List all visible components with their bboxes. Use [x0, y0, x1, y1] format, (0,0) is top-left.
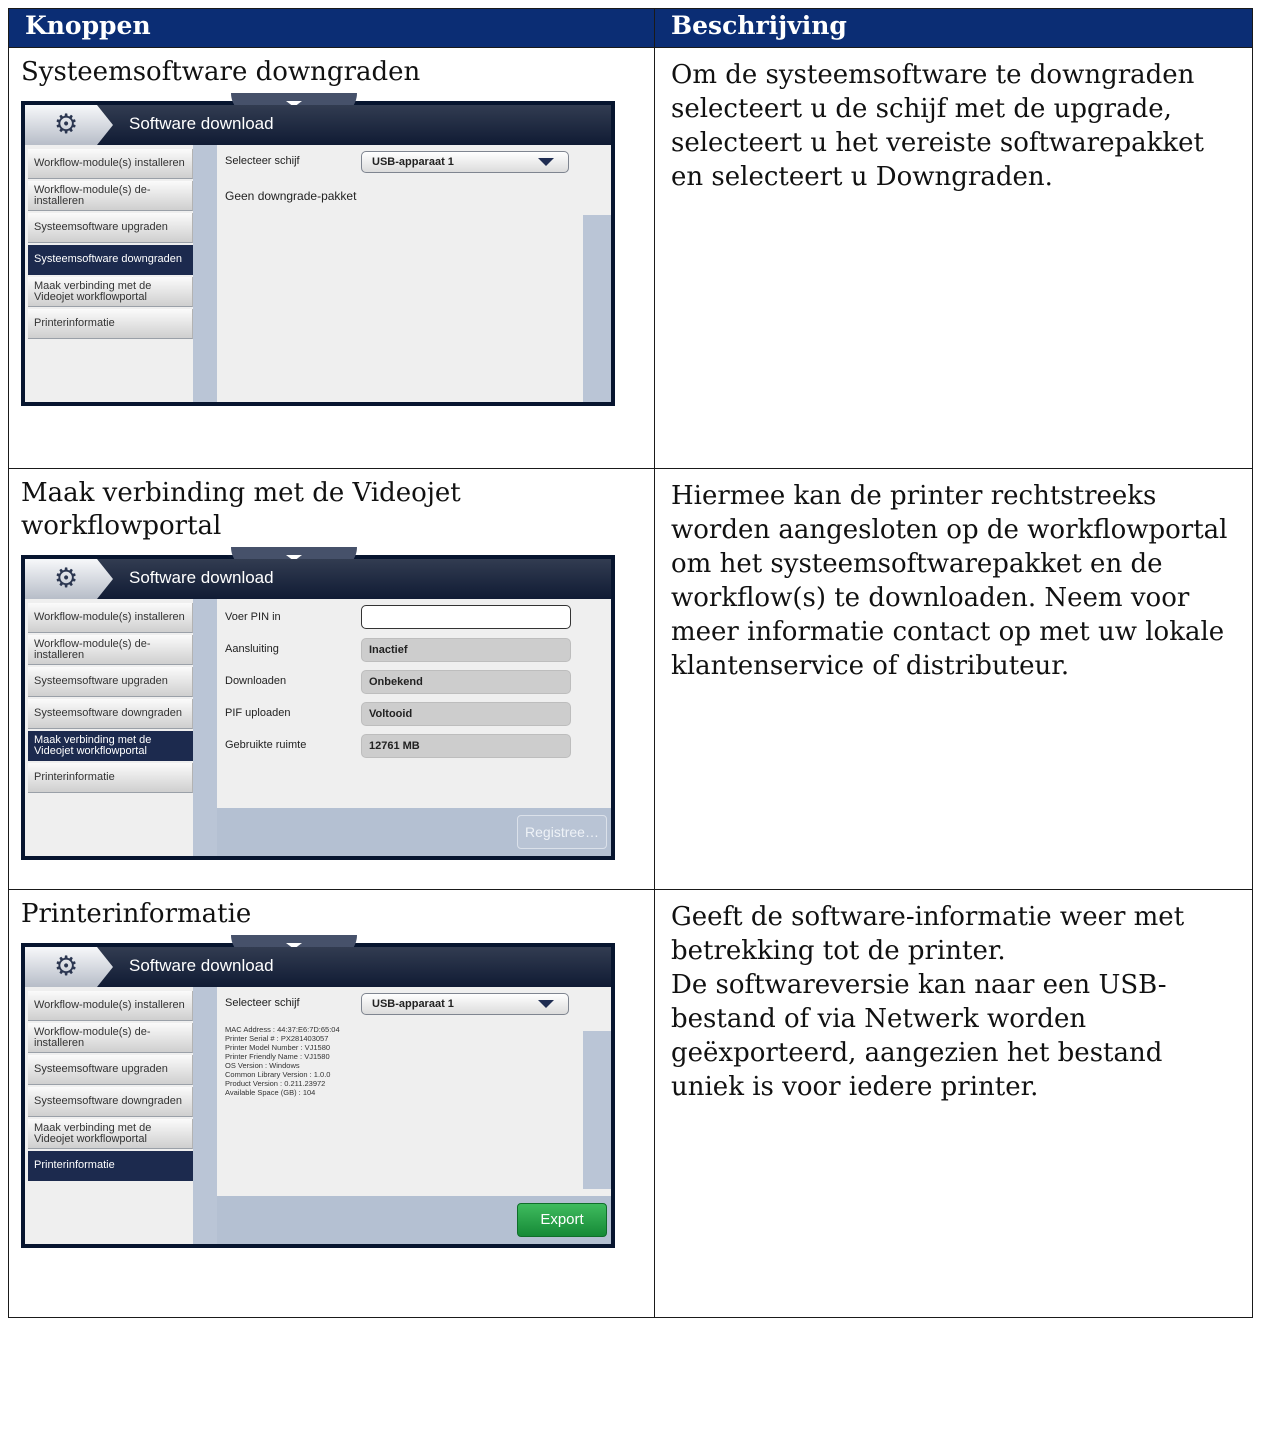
description-cell: Geeft de software-informatie weer met be…	[654, 889, 1253, 1318]
row-title: Printerinformatie	[21, 899, 252, 929]
screen-header: ⚙ Software download	[25, 105, 611, 145]
sidebar-item-install[interactable]: Workflow-module(s) installeren	[28, 149, 193, 179]
drive-select[interactable]: USB-apparaat 1	[361, 151, 569, 173]
pif-upload-value: Voltooid	[361, 702, 571, 726]
header-beschrijving: Beschrijving	[654, 8, 1253, 48]
gear-icon: ⚙	[54, 563, 79, 593]
sidebar-item-uninstall[interactable]: Workflow-module(s) de-installeren	[28, 1023, 193, 1053]
screen-title: Software download	[129, 568, 274, 587]
used-space-value: 12761 MB	[361, 734, 571, 758]
settings-button[interactable]: ⚙	[25, 559, 113, 599]
drive-select[interactable]: USB-apparaat 1	[361, 993, 569, 1015]
download-value: Onbekend	[361, 670, 571, 694]
dropdown-arrow-icon	[538, 158, 554, 166]
sidebar-item-uninstall[interactable]: Workflow-module(s) de-installeren	[28, 181, 193, 211]
sidebar-divider	[193, 145, 217, 402]
sidebar-item-printerinfo[interactable]: Printerinformatie	[28, 763, 193, 793]
row-title: Maak verbinding met de Videojet workflow…	[21, 478, 461, 541]
sidebar: Workflow-module(s) installeren Workflow-…	[25, 987, 217, 1244]
scrollbar[interactable]	[583, 1031, 611, 1189]
device-screenshot: ⚙ Software download Workflow-module(s) i…	[21, 935, 615, 1248]
no-package-message: Geen downgrade-pakket	[225, 189, 357, 203]
sidebar: Workflow-module(s) installeren Workflow-…	[25, 599, 217, 856]
button-cell: Printerinformatie ⚙ Software download Wo…	[8, 889, 655, 1318]
buttons-table: Knoppen Beschrijving Systeemsoftware dow…	[8, 8, 1253, 1318]
drive-select-value: USB-apparaat 1	[372, 998, 454, 1010]
pif-upload-label: PIF uploaden	[225, 707, 291, 719]
sidebar-item-install[interactable]: Workflow-module(s) installeren	[28, 991, 193, 1021]
info-line: OS Version : Windows	[225, 1061, 300, 1070]
sidebar-item-printerinfo[interactable]: Printerinformatie	[28, 309, 193, 339]
screen-header: ⚙ Software download	[25, 947, 611, 987]
description-text: Hiermee kan de printer rechtstreeks word…	[671, 481, 1228, 681]
sidebar-item-upgrade[interactable]: Systeemsoftware upgraden	[28, 213, 193, 243]
button-cell: Maak verbinding met de Videojet workflow…	[8, 468, 655, 890]
download-label: Downloaden	[225, 675, 287, 687]
screen-title: Software download	[129, 114, 274, 133]
register-button[interactable]: Registree…	[517, 815, 607, 849]
description-cell: Hiermee kan de printer rechtstreeks word…	[654, 468, 1253, 890]
sidebar: Workflow-module(s) installeren Workflow-…	[25, 145, 217, 402]
action-bar: Export	[217, 1196, 611, 1244]
table-row: Systeemsoftware downgraden ⚙ Software do…	[8, 47, 1253, 469]
settings-button[interactable]: ⚙	[25, 947, 113, 987]
sidebar-divider	[193, 599, 217, 856]
screen-title: Software download	[129, 956, 274, 975]
drive-label: Selecteer schijf	[225, 997, 300, 1009]
sidebar-item-downgrade[interactable]: Systeemsoftware downgraden	[28, 245, 193, 275]
sidebar-item-portal[interactable]: Maak verbinding met de Videojet workflow…	[28, 731, 193, 761]
row-title: Systeemsoftware downgraden	[21, 57, 421, 87]
device-screenshot: ⚙ Software download Workflow-module(s) i…	[21, 93, 615, 406]
button-cell: Systeemsoftware downgraden ⚙ Software do…	[8, 47, 655, 469]
sidebar-divider	[193, 987, 217, 1244]
main-panel: Voer PIN in Aansluiting Inactief Downloa…	[217, 599, 611, 856]
connection-label: Aansluiting	[225, 643, 279, 655]
description-text: Om de systeemsoftware te downgraden sele…	[671, 60, 1204, 192]
description-cell: Om de systeemsoftware te downgraden sele…	[654, 47, 1253, 469]
header-knoppen: Knoppen	[8, 8, 655, 48]
sidebar-item-printerinfo[interactable]: Printerinformatie	[28, 1151, 193, 1181]
main-panel: Selecteer schijf USB-apparaat 1 MAC Addr…	[217, 987, 611, 1244]
settings-button[interactable]: ⚙	[25, 105, 113, 145]
sidebar-item-downgrade[interactable]: Systeemsoftware downgraden	[28, 1087, 193, 1117]
gear-icon: ⚙	[54, 109, 79, 139]
info-line: Common Library Version : 1.0.0	[225, 1070, 331, 1079]
sidebar-item-upgrade[interactable]: Systeemsoftware upgraden	[28, 667, 193, 697]
main-panel: Selecteer schijf USB-apparaat 1 Geen dow…	[217, 145, 611, 402]
action-bar: Registree…	[217, 808, 611, 856]
pin-label: Voer PIN in	[225, 611, 281, 623]
sidebar-item-portal[interactable]: Maak verbinding met de Videojet workflow…	[28, 1119, 193, 1149]
table-row: Printerinformatie ⚙ Software download Wo…	[8, 889, 1253, 1318]
sidebar-item-portal[interactable]: Maak verbinding met de Videojet workflow…	[28, 277, 193, 307]
used-space-label: Gebruikte ruimte	[225, 739, 307, 751]
info-line: Printer Friendly Name : VJ1580	[225, 1052, 330, 1061]
screen-header: ⚙ Software download	[25, 559, 611, 599]
dropdown-arrow-icon	[538, 1000, 554, 1008]
info-line: Available Space (GB) : 104	[225, 1088, 316, 1097]
table-header-row: Knoppen Beschrijving	[8, 8, 1253, 48]
drive-select-value: USB-apparaat 1	[372, 156, 454, 168]
pin-input[interactable]	[361, 605, 571, 629]
info-line: MAC Address : 44:37:E6:7D:65:04	[225, 1025, 340, 1034]
scrollbar[interactable]	[583, 215, 611, 402]
connection-value: Inactief	[361, 638, 571, 662]
drive-label: Selecteer schijf	[225, 155, 300, 167]
export-button[interactable]: Export	[517, 1203, 607, 1237]
sidebar-item-install[interactable]: Workflow-module(s) installeren	[28, 603, 193, 633]
info-line: Printer Serial # : PX281403057	[225, 1034, 329, 1043]
sidebar-item-upgrade[interactable]: Systeemsoftware upgraden	[28, 1055, 193, 1085]
sidebar-item-downgrade[interactable]: Systeemsoftware downgraden	[28, 699, 193, 729]
info-line: Product Version : 0.211.23972	[225, 1079, 326, 1088]
description-text: Geeft de software-informatie weer met be…	[671, 902, 1185, 1102]
sidebar-item-uninstall[interactable]: Workflow-module(s) de-installeren	[28, 635, 193, 665]
info-line: Printer Model Number : VJ1580	[225, 1043, 331, 1052]
device-screenshot: ⚙ Software download Workflow-module(s) i…	[21, 547, 615, 860]
table-row: Maak verbinding met de Videojet workflow…	[8, 468, 1253, 890]
printer-info-text: MAC Address : 44:37:E6:7D:65:04 Printer …	[225, 1025, 340, 1097]
gear-icon: ⚙	[54, 951, 79, 981]
